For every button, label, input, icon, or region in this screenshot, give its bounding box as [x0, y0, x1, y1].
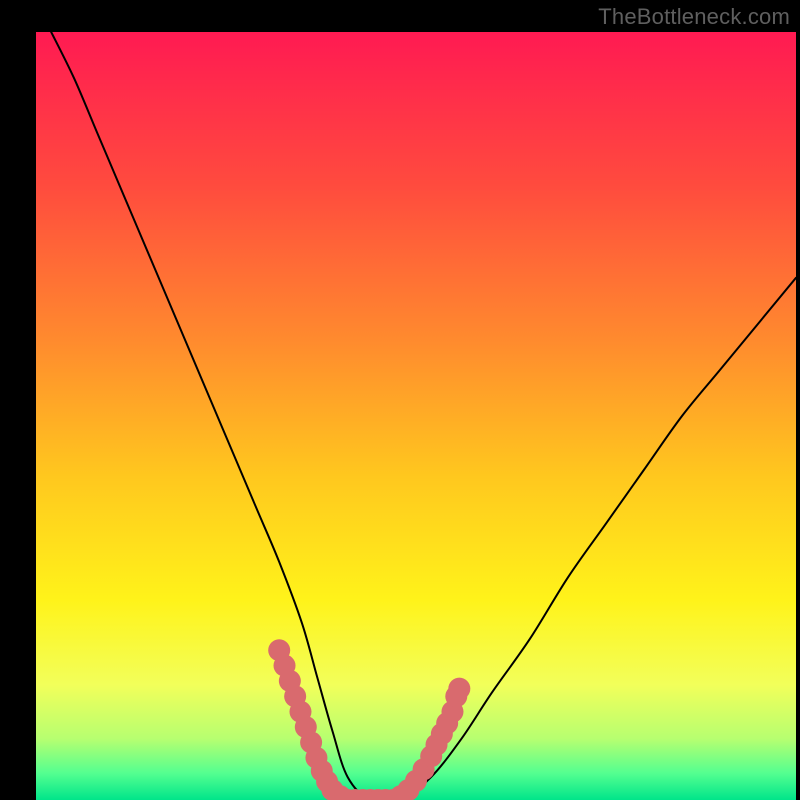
chart-frame: TheBottleneck.com [0, 0, 800, 800]
watermark-text: TheBottleneck.com [598, 4, 790, 30]
bottleneck-chart [36, 32, 796, 800]
highlight-marker [448, 678, 470, 700]
plot-area [36, 32, 796, 800]
